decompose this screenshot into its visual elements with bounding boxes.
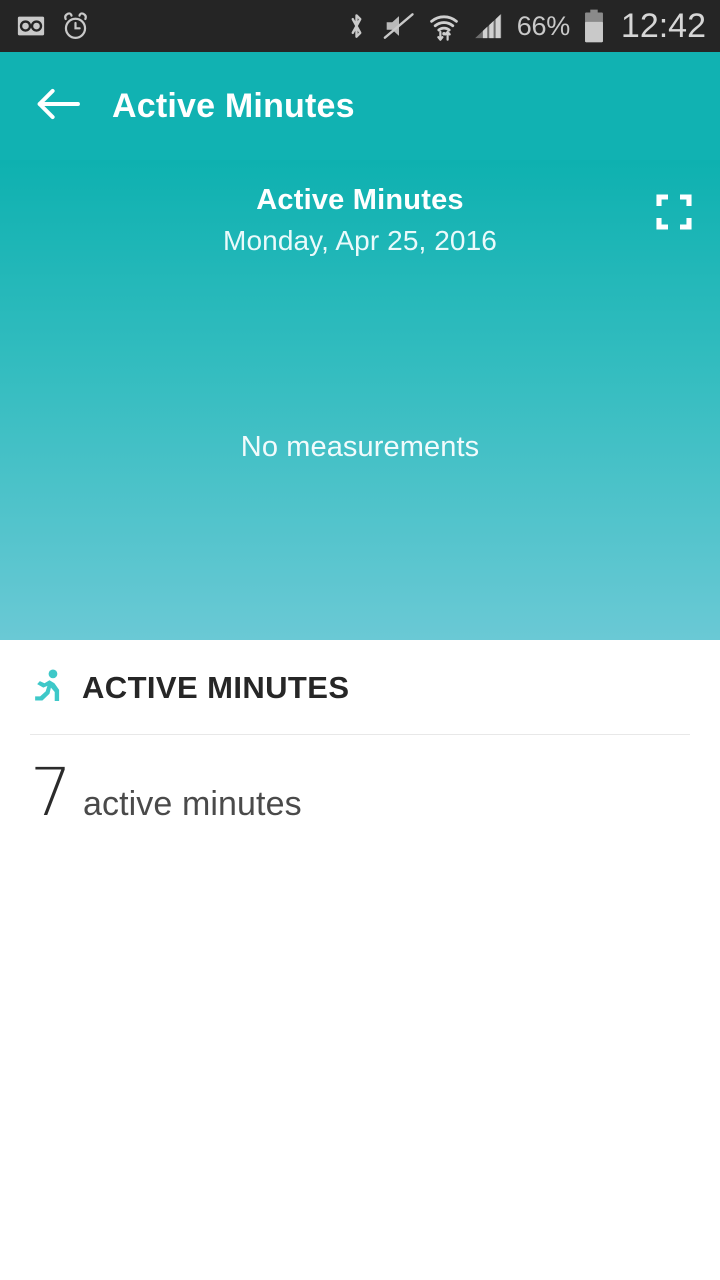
volume-mute-icon	[383, 12, 415, 40]
graph-card: Active Minutes Monday, Apr 25, 2016 No m…	[0, 160, 720, 640]
detail-section: ACTIVE MINUTES 7 active minutes	[0, 640, 720, 826]
status-bar-left-icons	[16, 11, 91, 42]
cellular-signal-icon	[473, 12, 504, 40]
graph-date: Monday, Apr 25, 2016	[223, 225, 497, 257]
page-title: Active Minutes	[112, 86, 355, 125]
section-header-label: ACTIVE MINUTES	[82, 669, 350, 705]
bluetooth-icon	[343, 11, 370, 41]
back-button[interactable]	[30, 78, 86, 134]
graph-title: Active Minutes	[256, 184, 464, 216]
wifi-icon	[428, 11, 460, 42]
running-person-icon	[30, 668, 66, 706]
alarm-clock-icon	[60, 11, 91, 42]
graph-card-header: Active Minutes Monday, Apr 25, 2016	[0, 160, 720, 260]
metric-row: 7 active minutes	[30, 735, 690, 826]
empty-state-message: No measurements	[240, 431, 480, 463]
fullscreen-expand-button[interactable]	[642, 182, 706, 246]
status-bar-clock: 12:42	[620, 7, 706, 45]
app-bar: Active Minutes	[0, 52, 720, 165]
screen-active-minutes: 66% 12:42 Active Minutes Active Minutes …	[0, 0, 720, 1280]
battery-icon	[583, 9, 605, 43]
section-header: ACTIVE MINUTES	[30, 640, 690, 734]
fullscreen-expand-icon	[656, 193, 692, 235]
voicemail-icon	[16, 11, 46, 41]
status-bar: 66% 12:42	[0, 0, 720, 52]
metric-value: 7	[30, 754, 72, 831]
battery-percent-label: 66%	[516, 10, 570, 41]
back-arrow-icon	[35, 85, 81, 128]
status-bar-right-icons: 66% 12:42	[343, 9, 706, 43]
metric-unit-label: active minutes	[83, 785, 302, 823]
